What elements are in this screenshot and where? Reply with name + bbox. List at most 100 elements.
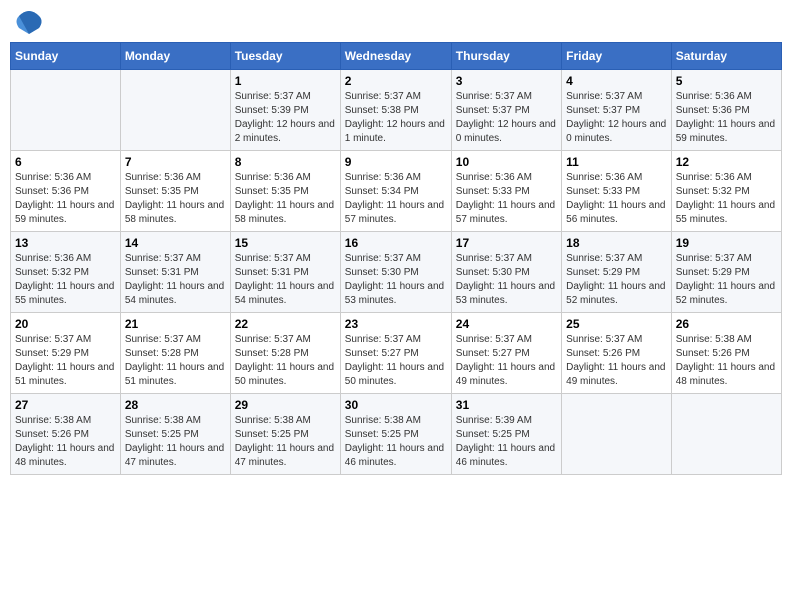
calendar-cell: 18 Sunrise: 5:37 AM Sunset: 5:29 PM Dayli…	[562, 232, 672, 313]
calendar-cell: 25Sunrise: 5:37 AM Sunset: 5:26 PM Dayli…	[562, 313, 672, 394]
calendar-cell: 9 Sunrise: 5:36 AM Sunset: 5:34 PM Daylig…	[340, 151, 451, 232]
day-info: Sunrise: 5:38 AM Sunset: 5:25 PM Dayligh…	[235, 414, 336, 470]
calendar-cell: 19 Sunrise: 5:37 AM Sunset: 5:29 PM Dayli…	[671, 232, 781, 313]
day-info: Sunrise: 5:36 AM Sunset: 5:35 PM Dayligh…	[125, 171, 226, 227]
day-info: Sunrise: 5:37 AM Sunset: 5:28 PM Dayligh…	[125, 333, 226, 389]
day-info: Sunrise: 5:39 AM Sunset: 5:25 PM Dayligh…	[456, 414, 557, 470]
day-info: Sunrise: 5:36 AM Sunset: 5:36 PM Dayligh…	[676, 90, 777, 146]
calendar-cell: 11 Sunrise: 5:36 AM Sunset: 5:33 PM Dayli…	[562, 151, 672, 232]
day-info: Sunrise: 5:37 AM Sunset: 5:26 PM Dayligh…	[566, 333, 667, 389]
calendar-cell: 2Sunrise: 5:37 AM Sunset: 5:38 PM Daylig…	[340, 70, 451, 151]
logo	[10, 10, 44, 36]
day-info: Sunrise: 5:37 AM Sunset: 5:31 PM Dayligh…	[125, 252, 226, 308]
day-info: Sunrise: 5:37 AM Sunset: 5:31 PM Dayligh…	[235, 252, 336, 308]
calendar-week-4: 20 Sunrise: 5:37 AM Sunset: 5:29 PM Dayli…	[11, 313, 782, 394]
calendar-cell: 24 Sunrise: 5:37 AM Sunset: 5:27 PM Dayli…	[451, 313, 561, 394]
day-info: Sunrise: 5:36 AM Sunset: 5:33 PM Dayligh…	[566, 171, 667, 227]
calendar-week-3: 13Sunrise: 5:36 AM Sunset: 5:32 PM Dayli…	[11, 232, 782, 313]
day-number: 26	[676, 317, 777, 331]
day-number: 27	[15, 398, 116, 412]
calendar-week-5: 27 Sunrise: 5:38 AM Sunset: 5:26 PM Dayli…	[11, 394, 782, 475]
day-info: Sunrise: 5:37 AM Sunset: 5:27 PM Dayligh…	[345, 333, 447, 389]
calendar-cell: 17Sunrise: 5:37 AM Sunset: 5:30 PM Dayli…	[451, 232, 561, 313]
day-info: Sunrise: 5:38 AM Sunset: 5:26 PM Dayligh…	[15, 414, 116, 470]
calendar-cell: 6 Sunrise: 5:36 AM Sunset: 5:36 PM Daylig…	[11, 151, 121, 232]
calendar-header-row: SundayMondayTuesdayWednesdayThursdayFrid…	[11, 43, 782, 70]
day-number: 14	[125, 236, 226, 250]
calendar-body: 1Sunrise: 5:37 AM Sunset: 5:39 PM Daylig…	[11, 70, 782, 475]
day-number: 29	[235, 398, 336, 412]
calendar-header-sunday: Sunday	[11, 43, 121, 70]
calendar-cell: 20 Sunrise: 5:37 AM Sunset: 5:29 PM Dayli…	[11, 313, 121, 394]
day-number: 21	[125, 317, 226, 331]
day-info: Sunrise: 5:37 AM Sunset: 5:27 PM Dayligh…	[456, 333, 557, 389]
day-number: 8	[235, 155, 336, 169]
day-info: Sunrise: 5:37 AM Sunset: 5:37 PM Dayligh…	[456, 90, 557, 146]
day-info: Sunrise: 5:37 AM Sunset: 5:28 PM Dayligh…	[235, 333, 336, 389]
calendar-cell	[671, 394, 781, 475]
day-number: 28	[125, 398, 226, 412]
logo-icon	[14, 6, 44, 36]
day-number: 24	[456, 317, 557, 331]
day-number: 4	[566, 74, 667, 88]
calendar-cell: 4Sunrise: 5:37 AM Sunset: 5:37 PM Daylig…	[562, 70, 672, 151]
day-number: 6	[15, 155, 116, 169]
calendar-cell: 10 Sunrise: 5:36 AM Sunset: 5:33 PM Dayli…	[451, 151, 561, 232]
day-info: Sunrise: 5:37 AM Sunset: 5:30 PM Dayligh…	[345, 252, 447, 308]
calendar-cell: 14 Sunrise: 5:37 AM Sunset: 5:31 PM Dayli…	[120, 232, 230, 313]
calendar-week-1: 1Sunrise: 5:37 AM Sunset: 5:39 PM Daylig…	[11, 70, 782, 151]
day-info: Sunrise: 5:37 AM Sunset: 5:29 PM Dayligh…	[566, 252, 667, 308]
day-info: Sunrise: 5:36 AM Sunset: 5:32 PM Dayligh…	[15, 252, 116, 308]
day-number: 19	[676, 236, 777, 250]
calendar-cell	[562, 394, 672, 475]
day-number: 10	[456, 155, 557, 169]
day-number: 30	[345, 398, 447, 412]
day-number: 16	[345, 236, 447, 250]
day-number: 5	[676, 74, 777, 88]
day-info: Sunrise: 5:38 AM Sunset: 5:26 PM Dayligh…	[676, 333, 777, 389]
calendar-header-saturday: Saturday	[671, 43, 781, 70]
calendar-cell: 15Sunrise: 5:37 AM Sunset: 5:31 PM Dayli…	[230, 232, 340, 313]
calendar-cell: 12 Sunrise: 5:36 AM Sunset: 5:32 PM Dayli…	[671, 151, 781, 232]
calendar-cell: 5 Sunrise: 5:36 AM Sunset: 5:36 PM Daylig…	[671, 70, 781, 151]
calendar-week-2: 6 Sunrise: 5:36 AM Sunset: 5:36 PM Daylig…	[11, 151, 782, 232]
calendar-cell: 30 Sunrise: 5:38 AM Sunset: 5:25 PM Dayli…	[340, 394, 451, 475]
page-header	[10, 10, 782, 36]
calendar-header-friday: Friday	[562, 43, 672, 70]
calendar-header-monday: Monday	[120, 43, 230, 70]
calendar-cell: 3Sunrise: 5:37 AM Sunset: 5:37 PM Daylig…	[451, 70, 561, 151]
day-number: 18	[566, 236, 667, 250]
day-number: 23	[345, 317, 447, 331]
calendar-header-thursday: Thursday	[451, 43, 561, 70]
calendar-cell: 29 Sunrise: 5:38 AM Sunset: 5:25 PM Dayli…	[230, 394, 340, 475]
day-number: 2	[345, 74, 447, 88]
day-number: 20	[15, 317, 116, 331]
day-info: Sunrise: 5:37 AM Sunset: 5:29 PM Dayligh…	[15, 333, 116, 389]
day-number: 9	[345, 155, 447, 169]
calendar-header-tuesday: Tuesday	[230, 43, 340, 70]
calendar-cell	[11, 70, 121, 151]
day-number: 31	[456, 398, 557, 412]
day-info: Sunrise: 5:37 AM Sunset: 5:39 PM Dayligh…	[235, 90, 336, 146]
day-info: Sunrise: 5:38 AM Sunset: 5:25 PM Dayligh…	[345, 414, 447, 470]
day-info: Sunrise: 5:37 AM Sunset: 5:30 PM Dayligh…	[456, 252, 557, 308]
day-info: Sunrise: 5:38 AM Sunset: 5:25 PM Dayligh…	[125, 414, 226, 470]
calendar-cell: 16 Sunrise: 5:37 AM Sunset: 5:30 PM Dayli…	[340, 232, 451, 313]
day-number: 22	[235, 317, 336, 331]
calendar-cell: 13Sunrise: 5:36 AM Sunset: 5:32 PM Dayli…	[11, 232, 121, 313]
day-info: Sunrise: 5:37 AM Sunset: 5:29 PM Dayligh…	[676, 252, 777, 308]
day-number: 7	[125, 155, 226, 169]
calendar-cell: 27 Sunrise: 5:38 AM Sunset: 5:26 PM Dayli…	[11, 394, 121, 475]
day-info: Sunrise: 5:36 AM Sunset: 5:33 PM Dayligh…	[456, 171, 557, 227]
day-info: Sunrise: 5:36 AM Sunset: 5:35 PM Dayligh…	[235, 171, 336, 227]
day-number: 12	[676, 155, 777, 169]
calendar-cell: 21 Sunrise: 5:37 AM Sunset: 5:28 PM Dayli…	[120, 313, 230, 394]
calendar-cell: 8 Sunrise: 5:36 AM Sunset: 5:35 PM Daylig…	[230, 151, 340, 232]
day-number: 11	[566, 155, 667, 169]
calendar-cell: 26 Sunrise: 5:38 AM Sunset: 5:26 PM Dayli…	[671, 313, 781, 394]
day-info: Sunrise: 5:36 AM Sunset: 5:36 PM Dayligh…	[15, 171, 116, 227]
day-info: Sunrise: 5:36 AM Sunset: 5:32 PM Dayligh…	[676, 171, 777, 227]
day-info: Sunrise: 5:36 AM Sunset: 5:34 PM Dayligh…	[345, 171, 447, 227]
calendar-cell: 22 Sunrise: 5:37 AM Sunset: 5:28 PM Dayli…	[230, 313, 340, 394]
calendar-cell: 23 Sunrise: 5:37 AM Sunset: 5:27 PM Dayli…	[340, 313, 451, 394]
